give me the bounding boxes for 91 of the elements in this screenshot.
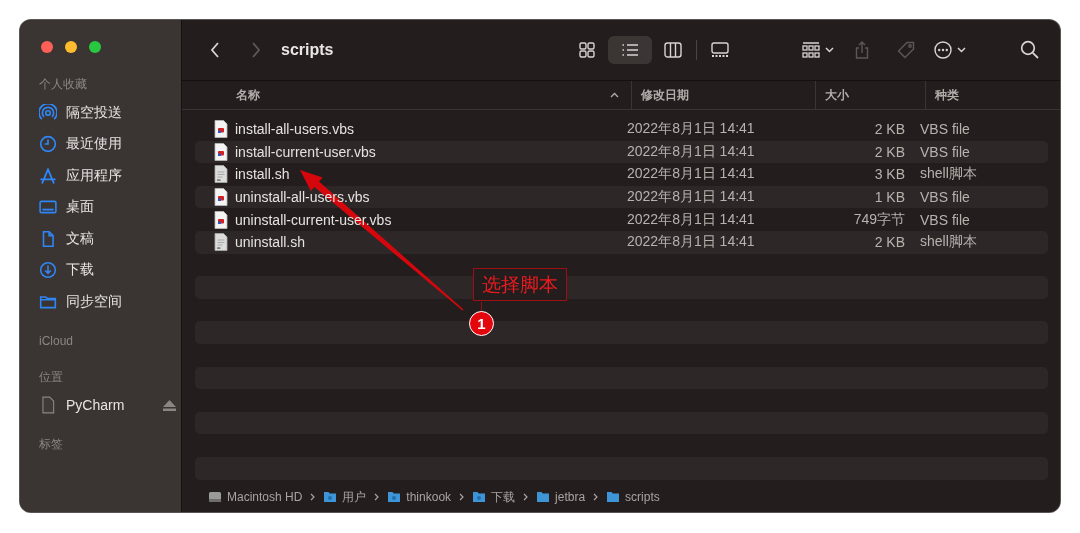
- path-segment[interactable]: scripts: [625, 490, 660, 504]
- zoom-button[interactable]: [89, 41, 101, 53]
- text-file-icon: [214, 165, 228, 184]
- path-segment[interactable]: 下载: [491, 488, 516, 506]
- sidebar-item[interactable]: 隔空投送: [20, 97, 181, 129]
- eject-icon[interactable]: [163, 399, 177, 411]
- chevron-icon: [523, 493, 529, 501]
- grid-icon: [802, 41, 820, 59]
- file-size: 749字节: [852, 210, 906, 229]
- file-kind: shell脚本: [919, 233, 978, 252]
- search-button[interactable]: [1020, 40, 1040, 60]
- sidebar-item[interactable]: 文稿: [20, 223, 181, 255]
- search-icon: [1020, 40, 1040, 60]
- modified-date: 2022年8月1日 14:41: [626, 165, 756, 184]
- file-size: 3 KB: [873, 166, 906, 183]
- sidebar-item[interactable]: 同步空间: [20, 286, 181, 318]
- file-row[interactable]: install-current-user.vbs 2022年8月1日 14:41 2 KB VBS file: [195, 140, 1048, 164]
- file-size: 2 KB: [873, 121, 906, 138]
- file-name: install-current-user.vbs: [235, 143, 376, 160]
- column-header[interactable]: 大小: [815, 81, 925, 109]
- sidebar-item[interactable]: 下载: [20, 254, 181, 286]
- file-kind: VBS file: [919, 189, 971, 206]
- folder-icon: [323, 490, 338, 504]
- file-size: 2 KB: [873, 234, 906, 251]
- folder-icon: [472, 490, 487, 504]
- column-header[interactable]: 修改日期: [631, 81, 815, 109]
- folder-icon: [387, 490, 402, 504]
- file-size: 2 KB: [873, 143, 906, 160]
- modified-date: 2022年8月1日 14:41: [626, 188, 756, 207]
- sidebar-section-title: 个人收藏: [38, 76, 87, 93]
- apps-icon: [39, 166, 57, 185]
- path-segment[interactable]: 用户: [342, 488, 367, 506]
- caret-icon: [825, 47, 834, 53]
- columns-icon: [664, 41, 682, 59]
- annotation-label: 选择脚本: [473, 268, 567, 301]
- chevron-icon: [593, 493, 599, 501]
- view-mode-button[interactable]: [608, 36, 652, 64]
- script-file-icon: [214, 210, 228, 229]
- folder-icon: [606, 490, 621, 504]
- file-kind: VBS file: [919, 211, 971, 228]
- script-file-icon: [214, 188, 228, 207]
- download-icon: [39, 261, 57, 280]
- sidebar-section-title: 位置: [38, 368, 63, 386]
- sort-caret-icon: [610, 92, 619, 98]
- script-file-icon: [214, 142, 228, 161]
- file-row[interactable]: uninstall.sh 2022年8月1日 14:41 2 KB shell脚本: [195, 230, 1048, 254]
- clock-icon: [39, 135, 57, 154]
- gallery-icon: [711, 41, 729, 59]
- path-segment[interactable]: jetbra: [555, 490, 586, 504]
- sidebar-item[interactable]: 应用程序: [20, 160, 181, 192]
- tag-icon: [897, 41, 915, 59]
- sidebar-section-title: iCloud: [38, 332, 74, 350]
- close-button[interactable]: [41, 41, 53, 53]
- path-segment[interactable]: Macintosh HD: [227, 490, 303, 504]
- list-icon: [621, 41, 639, 59]
- sidebar-item[interactable]: 最近使用: [20, 128, 181, 160]
- file-icon: [39, 396, 57, 415]
- modified-date: 2022年8月1日 14:41: [626, 210, 756, 229]
- more-icon: [934, 41, 952, 59]
- file-size: 1 KB: [873, 189, 906, 206]
- file-row[interactable]: install-all-users.vbs 2022年8月1日 14:41 2 KB VBS file: [195, 118, 1048, 141]
- modified-date: 2022年8月1日 14:41: [626, 233, 756, 252]
- column-header[interactable]: 种类: [925, 81, 1060, 109]
- minimize-button[interactable]: [65, 41, 77, 53]
- folder-icon: [536, 490, 551, 504]
- sidebar-section-title: 标签: [38, 436, 63, 453]
- script-file-icon: [214, 120, 228, 139]
- column-header[interactable]: 名称: [195, 81, 631, 109]
- modified-date: 2022年8月1日 14:41: [626, 120, 756, 139]
- sidebar-item[interactable]: 桌面: [20, 191, 181, 223]
- modified-date: 2022年8月1日 14:41: [626, 142, 756, 161]
- file-kind: VBS file: [919, 121, 971, 138]
- chevron-right-icon: [251, 41, 261, 59]
- share-icon: [853, 41, 871, 59]
- chevron-left-icon: [210, 41, 220, 59]
- file-kind: shell脚本: [919, 165, 978, 184]
- airdrop-icon: [39, 103, 57, 122]
- file-name: install-all-users.vbs: [235, 121, 355, 138]
- sidebar-item[interactable]: PyCharm: [20, 389, 181, 421]
- chevron-icon: [459, 493, 465, 501]
- chevron-icon: [374, 493, 380, 501]
- caret-icon: [957, 47, 966, 53]
- grid-icon: [578, 41, 596, 59]
- file-name: install.sh: [235, 166, 290, 183]
- chevron-icon: [310, 493, 316, 501]
- file-kind: VBS file: [919, 143, 971, 160]
- file-row[interactable]: install.sh 2022年8月1日 14:41 3 KB shell脚本: [195, 163, 1048, 186]
- path-segment[interactable]: thinkook: [406, 490, 452, 504]
- window-title: scripts: [281, 41, 334, 59]
- file-name: uninstall.sh: [235, 234, 306, 251]
- text-file-icon: [214, 233, 228, 252]
